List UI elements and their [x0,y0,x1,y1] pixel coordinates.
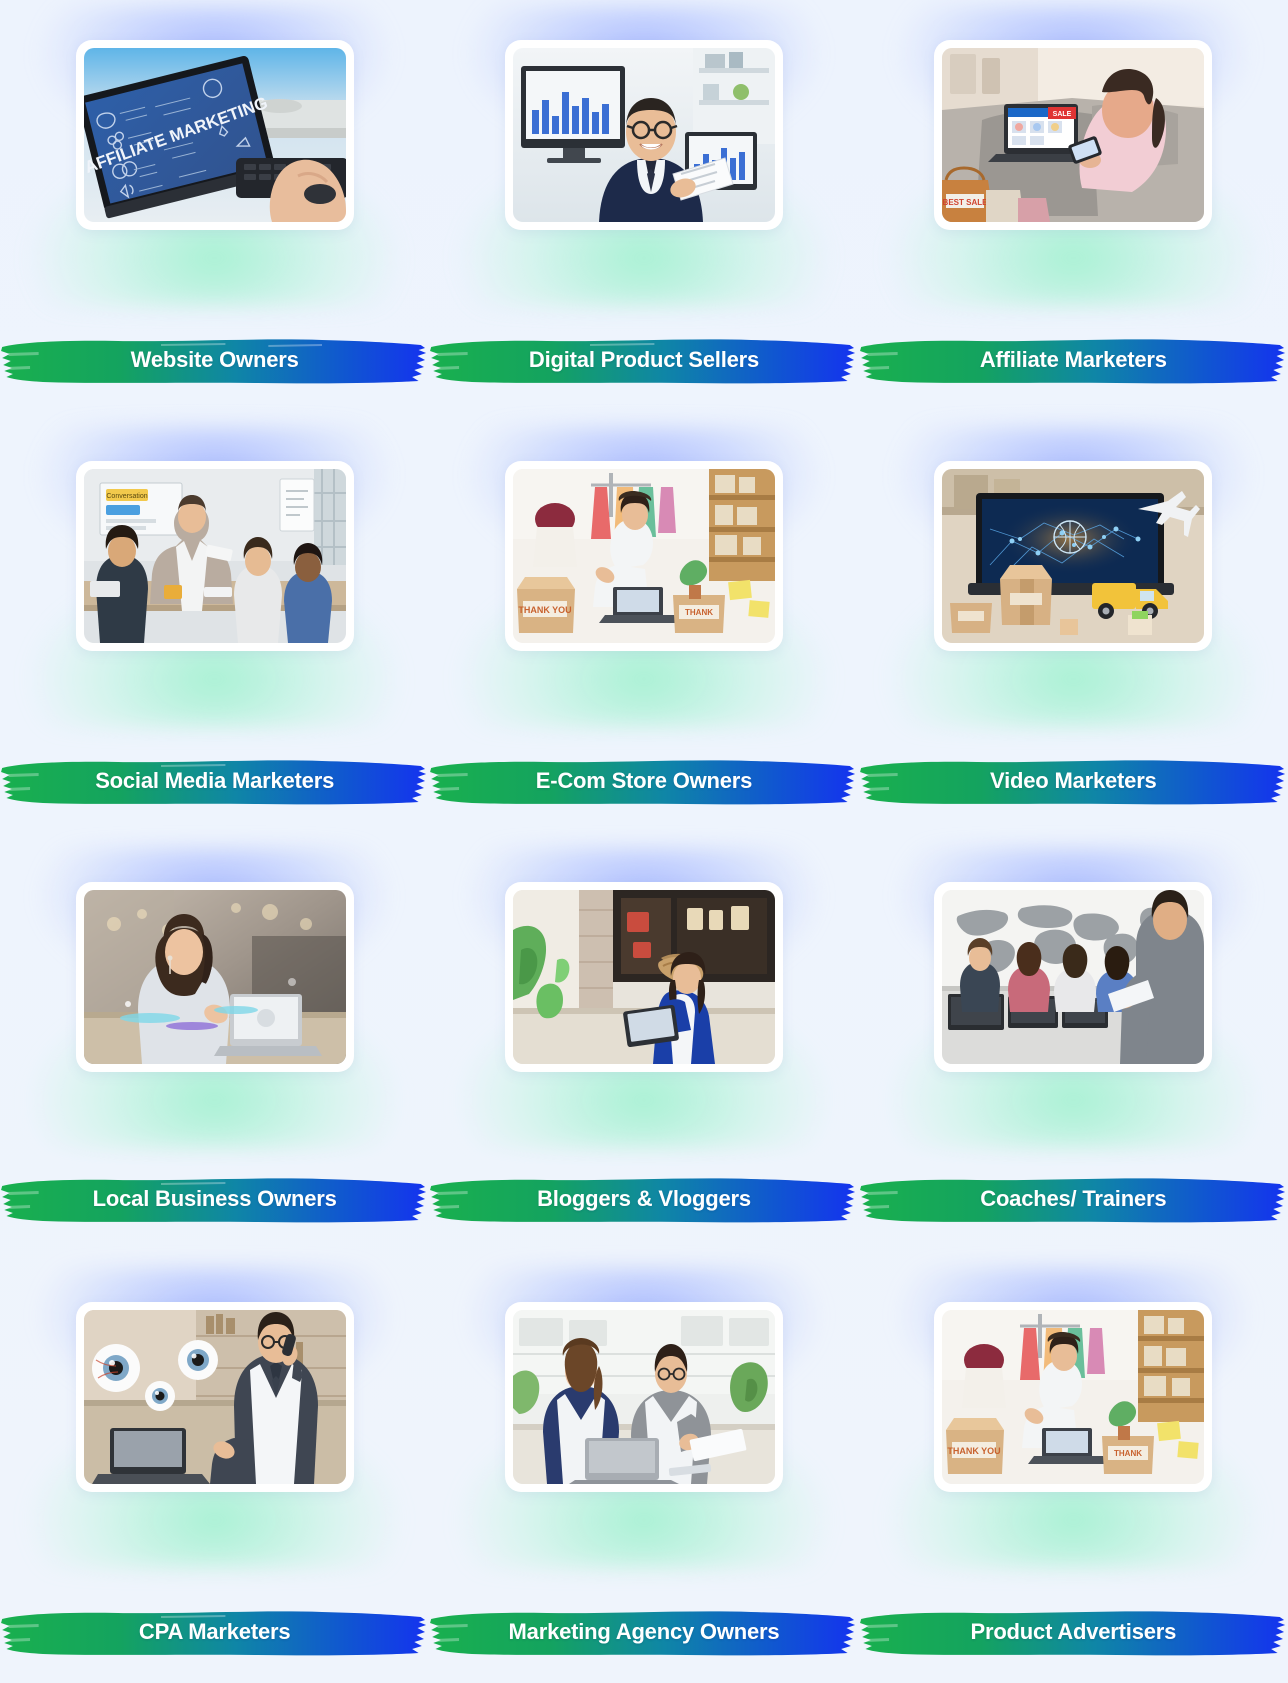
audience-card[interactable]: THANK YOU THANK [429,421,859,842]
card-banner: CPA Marketers [0,1599,429,1665]
card-banner: Affiliate Marketers [859,327,1288,393]
card-label: Digital Product Sellers [528,346,760,372]
card-photo-frame: SALE BEST SALE [934,40,1213,230]
card-banner: Website Owners [0,327,429,393]
card-label: CPA Marketers [138,1619,291,1644]
card-photo-frame: THANK YOU THANK [934,1302,1213,1493]
card-banner: Bloggers & Vloggers [429,1166,858,1232]
woman-laptop-cafe-photo [83,889,346,1064]
affiliate-marketing-laptop-photo: AFFILIATE MARKETING [83,48,346,222]
card-label: E-Com Store Owners [535,767,753,793]
card-banner: Product Advertisers [859,1599,1288,1665]
card-photo-frame [934,881,1213,1072]
businessman-charts-photo [512,48,775,222]
card-photo-frame [75,1302,354,1493]
card-banner: Local Business Owners [0,1166,429,1232]
audience-card[interactable]: Conversation Social Media Marketers [0,421,430,842]
card-photo-frame [504,881,783,1072]
card-banner: E-Com Store Owners [429,748,858,814]
audience-card[interactable]: Bloggers & Vloggers [429,842,859,1263]
cpa-eyeballs-photo [83,1310,346,1485]
audience-card[interactable]: SALE BEST SALE Affiliate Marketers [858,0,1288,421]
card-photo-frame [75,881,354,1072]
card-photo-frame [504,1302,783,1493]
card-label: Video Marketers [990,767,1157,793]
card-banner: Marketing Agency Owners [429,1599,858,1665]
card-label: Product Advertisers [970,1619,1177,1644]
card-banner: Video Marketers [859,748,1288,814]
who-is-this-for-section: AFFILIATE MARKETING Website Owners Digit… [0,0,1288,1683]
svg-text:THANK: THANK [1114,1449,1142,1458]
audience-card[interactable]: Marketing Agency Owners [429,1262,859,1683]
card-label: Local Business Owners [92,1186,337,1212]
product-packing-photo: THANK YOU THANK [942,1310,1205,1485]
card-label: Affiliate Marketers [979,346,1167,372]
card-photo-frame: AFFILIATE MARKETING [75,40,354,230]
svg-text:THANK YOU: THANK YOU [518,605,571,615]
card-label: Website Owners [130,346,299,372]
trainer-world-map-photo [942,889,1205,1064]
blogger-tablet-cafe-photo [512,889,775,1064]
team-presentation-photo: Conversation [83,468,346,643]
svg-text:BEST SALE: BEST SALE [943,198,989,207]
audience-card[interactable]: Digital Product Sellers [429,0,859,421]
audience-card[interactable]: CPA Marketers [0,1262,430,1683]
card-banner: Digital Product Sellers [429,327,858,393]
audience-card[interactable]: Local Business Owners [0,842,430,1263]
ecommerce-packing-photo: THANK YOU THANK [512,468,775,643]
card-banner: Coaches/ Trainers [859,1166,1288,1232]
svg-text:Conversation: Conversation [106,493,147,500]
svg-text:THANK: THANK [685,608,713,617]
card-label: Social Media Marketers [95,767,335,793]
audience-card[interactable]: THANK YOU THANK [858,1262,1288,1683]
card-label: Bloggers & Vloggers [537,1186,751,1212]
audience-card[interactable]: Video Marketers [858,421,1288,842]
audience-card[interactable]: Coaches/ Trainers [858,842,1288,1263]
card-label: Marketing Agency Owners [508,1619,780,1644]
card-banner: Social Media Marketers [0,748,429,814]
card-photo-frame: THANK YOU THANK [504,460,783,651]
audience-card[interactable]: AFFILIATE MARKETING Website Owners [0,0,430,421]
audience-card-grid: AFFILIATE MARKETING Website Owners Digit… [0,0,1288,1683]
card-photo-frame [504,40,783,230]
card-photo-frame: Conversation [75,460,354,651]
card-label: Coaches/ Trainers [980,1186,1167,1212]
online-shopping-couch-photo: SALE BEST SALE [942,48,1205,222]
svg-text:SALE: SALE [1053,111,1072,118]
card-photo-frame [934,460,1213,651]
logistics-laptop-photo [942,468,1205,643]
svg-text:THANK YOU: THANK YOU [948,1446,1001,1456]
agency-team-desk-photo [512,1310,775,1485]
